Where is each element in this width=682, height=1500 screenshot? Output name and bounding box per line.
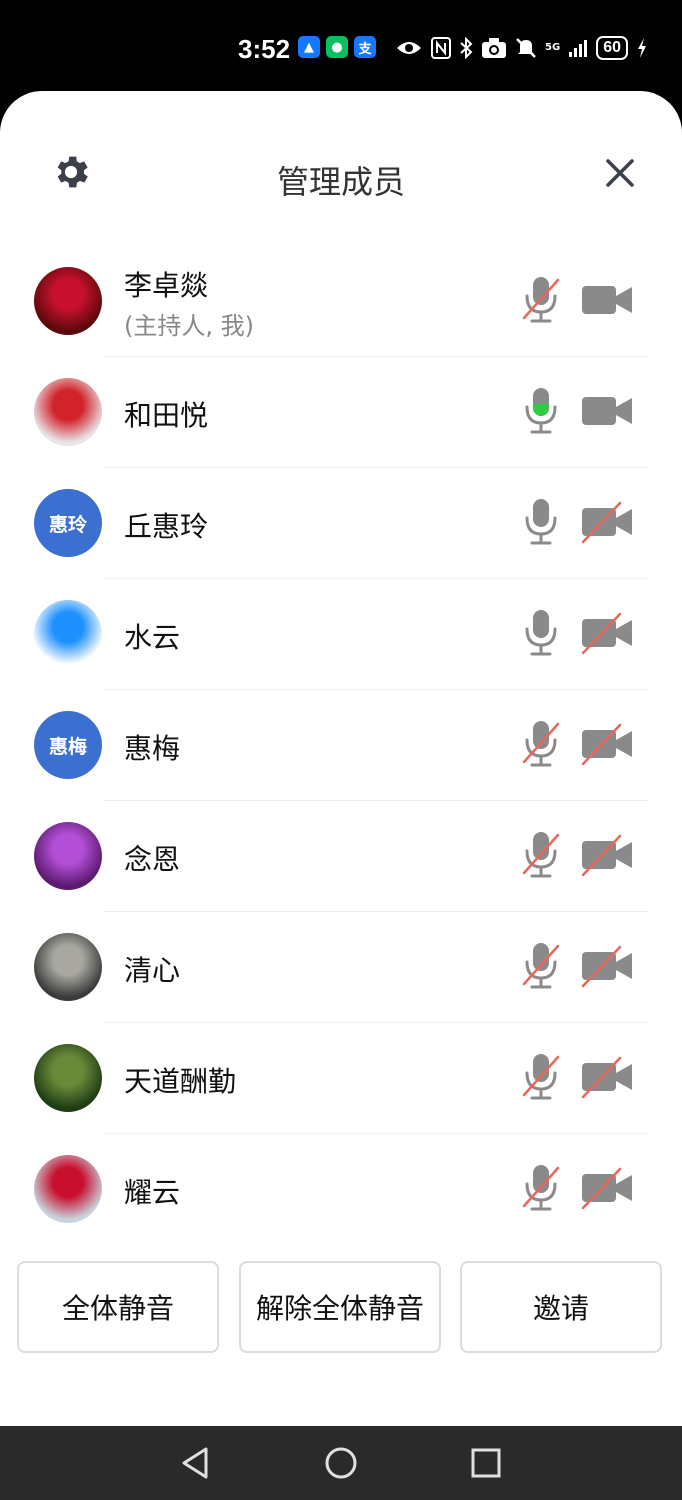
status-app-icons: ▲ ● 支 xyxy=(298,36,376,58)
avatar xyxy=(34,600,102,668)
recents-icon[interactable] xyxy=(466,1443,506,1483)
member-row[interactable]: 清心 xyxy=(0,912,682,1023)
bluetooth-icon xyxy=(460,37,473,59)
member-name: 念恩 xyxy=(124,843,181,876)
mute-all-button[interactable]: 全体静音 xyxy=(17,1261,219,1353)
mic-muted-icon[interactable] xyxy=(518,274,564,326)
mic-muted-icon[interactable] xyxy=(518,1051,564,1103)
avatar xyxy=(34,267,102,335)
member-name: 李卓燚 xyxy=(124,269,209,302)
avatar-initials: 惠梅 xyxy=(48,735,87,758)
nfc-icon xyxy=(431,37,452,59)
camera-status-icon xyxy=(482,38,507,58)
maps-app-icon: ▲ xyxy=(298,36,320,58)
unmute-all-button[interactable]: 解除全体静音 xyxy=(239,1261,441,1353)
member-row[interactable]: 水云 xyxy=(0,579,682,690)
member-name: 天道酬勤 xyxy=(124,1065,237,1098)
camera-off-icon[interactable] xyxy=(580,833,634,877)
battery-level: 60 xyxy=(596,36,628,60)
member-row[interactable]: 李卓燚 (主持人, 我) xyxy=(0,246,682,357)
member-role: (主持人, 我) xyxy=(124,312,254,340)
avatar: 惠梅 xyxy=(34,711,102,779)
mic-muted-icon[interactable] xyxy=(518,1162,564,1214)
page-title: 管理成员 xyxy=(276,163,405,201)
member-name: 惠梅 xyxy=(124,732,181,765)
home-icon[interactable] xyxy=(321,1443,361,1483)
camera-off-icon[interactable] xyxy=(580,1055,634,1099)
charging-icon xyxy=(638,38,646,58)
alipay-app-icon: 支 xyxy=(354,36,376,58)
wechat-app-icon: ● xyxy=(326,36,348,58)
back-icon[interactable] xyxy=(176,1443,216,1483)
system-nav-bar xyxy=(0,1426,682,1500)
microphone-icon[interactable] xyxy=(518,496,564,548)
close-icon[interactable] xyxy=(598,151,642,195)
member-name: 丘惠玲 xyxy=(124,510,209,543)
mic-muted-icon[interactable] xyxy=(518,940,564,992)
camera-off-icon[interactable] xyxy=(580,944,634,988)
mic-muted-icon[interactable] xyxy=(518,718,564,770)
avatar xyxy=(34,378,102,446)
microphone-icon[interactable] xyxy=(518,385,564,437)
camera-off-icon[interactable] xyxy=(580,722,634,766)
action-buttons: 全体静音 解除全体静音 邀请 xyxy=(0,1261,682,1353)
member-name: 和田悦 xyxy=(124,399,209,432)
member-name: 耀云 xyxy=(124,1176,181,1209)
mic-muted-icon[interactable] xyxy=(518,829,564,881)
member-name: 清心 xyxy=(124,954,181,987)
avatar: 惠玲 xyxy=(34,489,102,557)
invite-button[interactable]: 邀请 xyxy=(460,1261,662,1353)
avatar xyxy=(34,1044,102,1112)
avatar xyxy=(34,1155,102,1223)
signal-icon xyxy=(569,40,588,57)
camera-off-icon[interactable] xyxy=(580,500,634,544)
eye-icon xyxy=(397,42,422,54)
member-row[interactable]: 惠玲 丘惠玲 xyxy=(0,468,682,579)
member-row[interactable]: 惠梅 惠梅 xyxy=(0,690,682,801)
manage-members-sheet: 管理成员 李卓燚 (主持人, 我) 和田悦惠玲 丘惠玲水云惠梅 惠梅念恩清心天道酬勤耀云… xyxy=(0,91,682,1426)
avatar-initials: 惠玲 xyxy=(48,513,87,536)
member-row[interactable]: 耀云 xyxy=(0,1134,682,1245)
member-name: 水云 xyxy=(124,621,181,654)
member-row[interactable]: 和田悦 xyxy=(0,357,682,468)
microphone-icon[interactable] xyxy=(518,607,564,659)
member-list: 李卓燚 (主持人, 我) 和田悦惠玲 丘惠玲水云惠梅 惠梅念恩清心天道酬勤耀云 xyxy=(0,246,682,1245)
avatar xyxy=(34,933,102,1001)
video-camera-icon[interactable] xyxy=(580,278,634,322)
video-camera-icon[interactable] xyxy=(580,389,634,433)
member-row[interactable]: 天道酬勤 xyxy=(0,1023,682,1134)
camera-off-icon[interactable] xyxy=(580,1166,634,1210)
avatar xyxy=(34,822,102,890)
status-system-icons: 5G 60 xyxy=(395,36,648,60)
network-type: 5G xyxy=(545,42,561,53)
member-row[interactable]: 念恩 xyxy=(0,801,682,912)
sheet-header: 管理成员 xyxy=(0,91,682,251)
status-time: 3:52 xyxy=(238,34,291,64)
mute-bell-icon xyxy=(516,38,536,58)
status-bar: 3:52 ▲ ● 支 5G 60 xyxy=(0,0,682,100)
camera-off-icon[interactable] xyxy=(580,611,634,655)
